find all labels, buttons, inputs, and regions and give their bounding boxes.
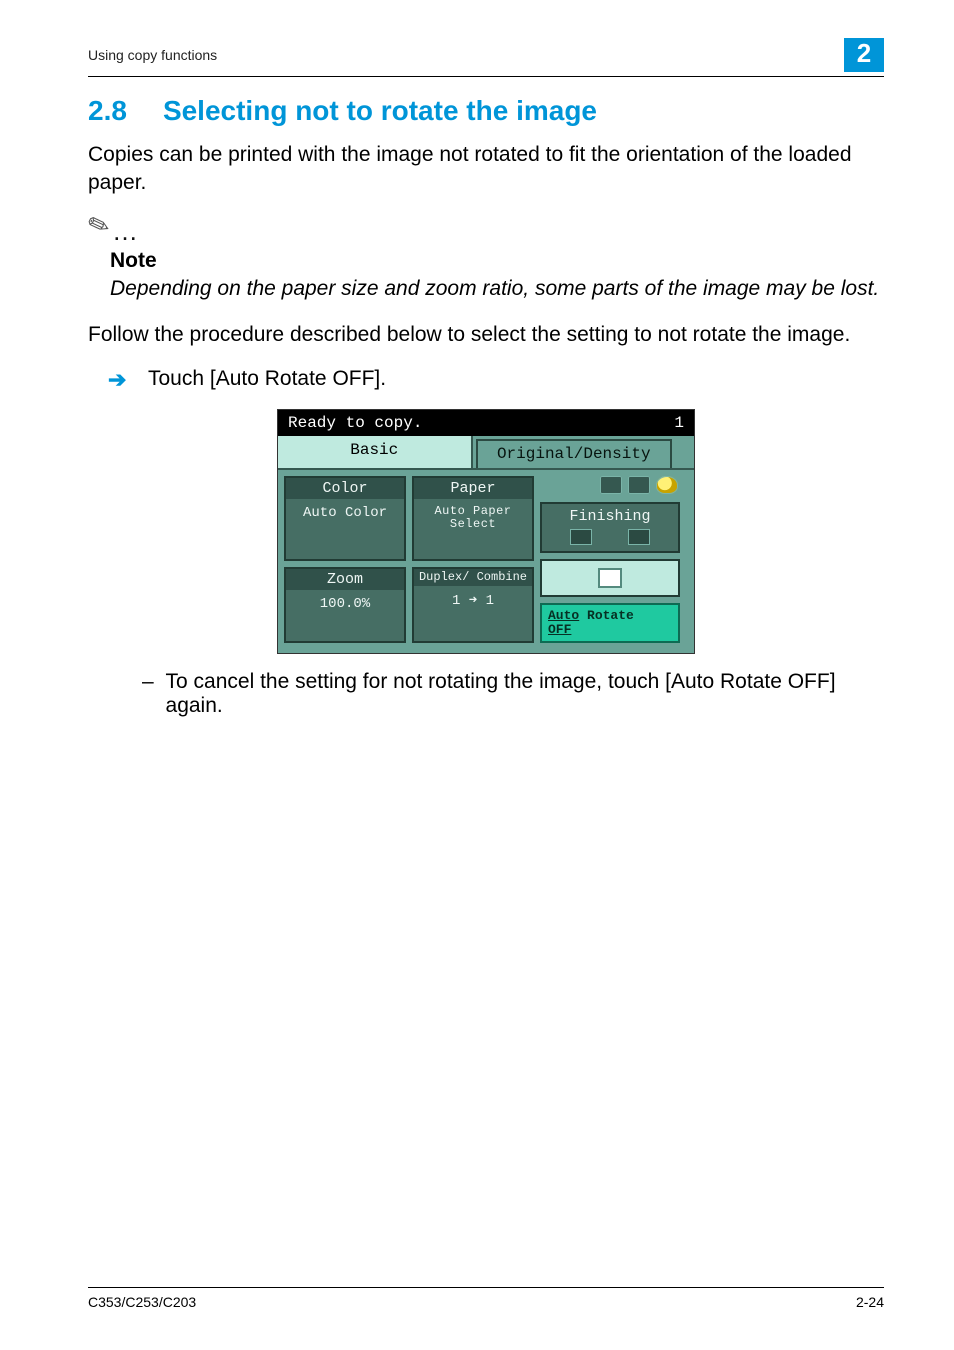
paper-value: Auto Paper Select bbox=[414, 499, 532, 532]
duplex-header: Duplex/ Combine bbox=[414, 569, 532, 586]
duplex-combine-button[interactable]: Duplex/ Combine 1 ➜ 1 bbox=[412, 567, 534, 643]
step-1-text: Touch [Auto Rotate OFF]. bbox=[148, 367, 386, 393]
duplex-value: 1 ➜ 1 bbox=[414, 586, 532, 611]
section-heading: 2.8 Selecting not to rotate the image bbox=[88, 95, 884, 127]
note-ellipsis-icon: … bbox=[112, 216, 139, 246]
tab-basic[interactable]: Basic bbox=[278, 436, 473, 468]
color-setting-button[interactable]: Color Auto Color bbox=[284, 476, 406, 561]
zoom-setting-button[interactable]: Zoom 100.0% bbox=[284, 567, 406, 643]
color-value: Auto Color bbox=[286, 499, 404, 523]
staple-icon bbox=[628, 476, 650, 494]
running-head: Using copy functions bbox=[88, 47, 217, 63]
zoom-header: Zoom bbox=[286, 569, 404, 590]
note-block: ✎… Note Depending on the paper size and … bbox=[88, 216, 884, 303]
paper-setting-button[interactable]: Paper Auto Paper Select bbox=[412, 476, 534, 561]
intro-paragraph: Copies can be printed with the image not… bbox=[88, 141, 884, 198]
lcd-copy-count: 1 bbox=[674, 414, 684, 432]
finishing-button[interactable]: Finishing bbox=[540, 502, 680, 553]
substep-1-text: To cancel the setting for not rotating t… bbox=[166, 670, 884, 718]
step-1: ➔ Touch [Auto Rotate OFF]. bbox=[108, 367, 884, 393]
finishing-opt1-icon bbox=[570, 529, 592, 545]
footer-page-number: 2-24 bbox=[856, 1294, 884, 1310]
auto-rotate-word3: OFF bbox=[548, 622, 571, 637]
note-icon: ✎ bbox=[83, 207, 114, 244]
section-number: 2.8 bbox=[88, 95, 127, 127]
header-rule bbox=[88, 76, 884, 77]
auto-rotate-word2: Rotate bbox=[587, 608, 634, 623]
page-icon bbox=[598, 568, 622, 588]
tab-original-density[interactable]: Original/Density bbox=[476, 439, 673, 468]
paper-header: Paper bbox=[414, 478, 532, 499]
arrow-right-icon: ➔ bbox=[108, 367, 148, 393]
chapter-number-tab: 2 bbox=[844, 38, 884, 72]
dash-bullet: – bbox=[142, 670, 166, 718]
footer-model: C353/C253/C203 bbox=[88, 1294, 196, 1310]
auto-rotate-off-button[interactable]: Auto Rotate OFF bbox=[540, 603, 680, 642]
layout-icon bbox=[600, 476, 622, 494]
instruction-paragraph: Follow the procedure described below to … bbox=[88, 321, 884, 349]
output-preview-button[interactable] bbox=[540, 559, 680, 597]
finishing-label: Finishing bbox=[542, 508, 678, 525]
printer-lcd-screenshot: Ready to copy. 1 Basic Original/Density … bbox=[277, 409, 695, 653]
note-text: Depending on the paper size and zoom rat… bbox=[110, 275, 884, 303]
lcd-status-text: Ready to copy. bbox=[288, 414, 422, 432]
footer-rule bbox=[88, 1287, 884, 1288]
magnifier-icon bbox=[656, 476, 678, 494]
section-title-text: Selecting not to rotate the image bbox=[163, 95, 597, 126]
shortcut-icons bbox=[540, 476, 680, 496]
zoom-value: 100.0% bbox=[286, 590, 404, 614]
note-label: Note bbox=[110, 249, 884, 273]
substep-1: – To cancel the setting for not rotating… bbox=[142, 670, 884, 718]
finishing-opt2-icon bbox=[628, 529, 650, 545]
color-header: Color bbox=[286, 478, 404, 499]
